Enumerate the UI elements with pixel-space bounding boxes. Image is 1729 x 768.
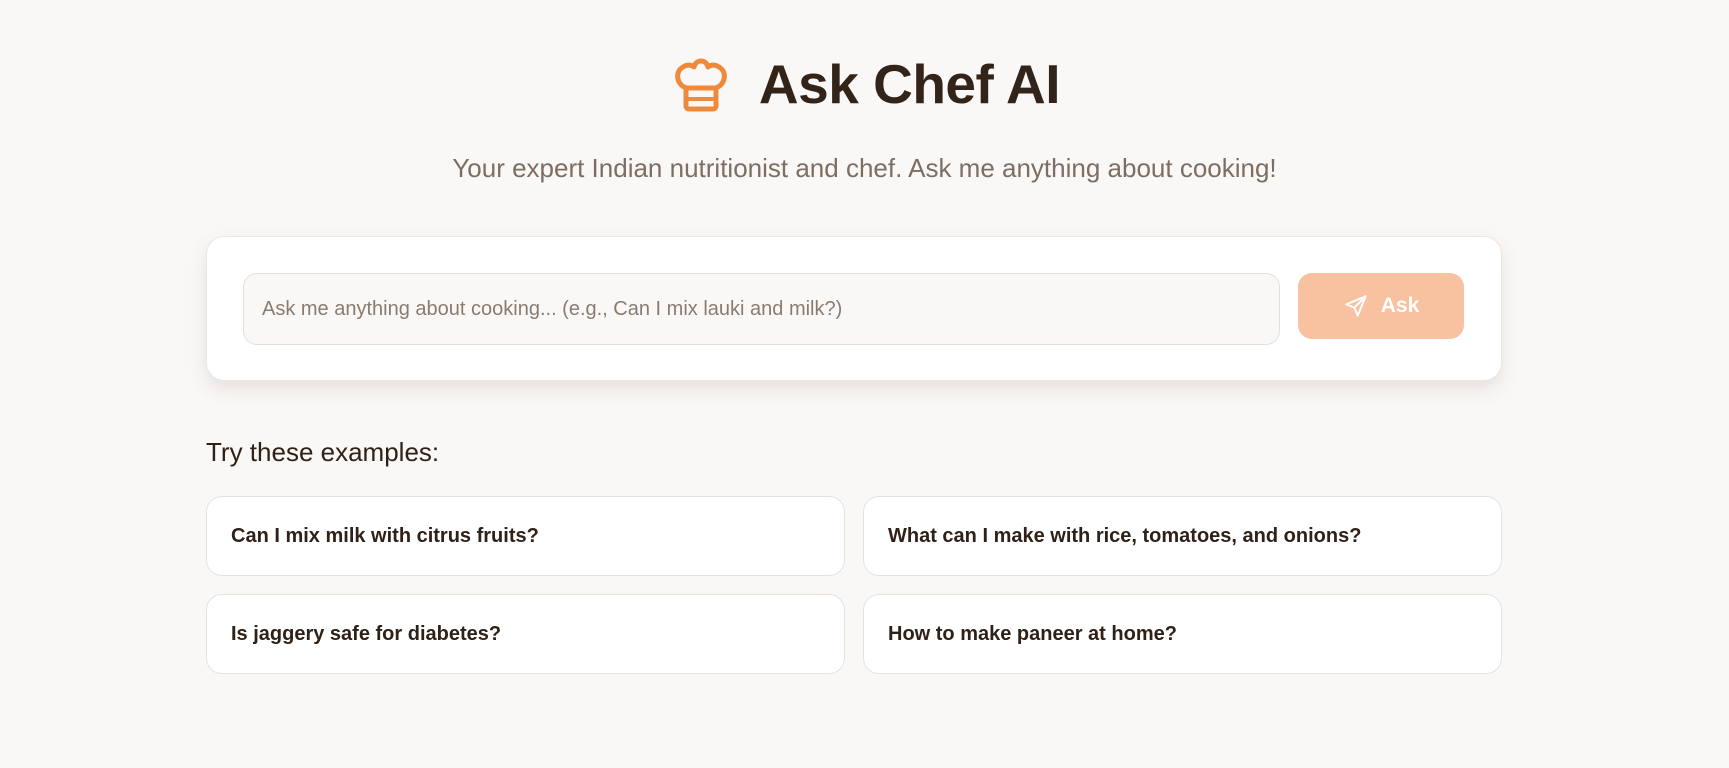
example-card-milk-citrus[interactable]: Can I mix milk with citrus fruits? [206,496,845,576]
example-card-jaggery-diabetes[interactable]: Is jaggery safe for diabetes? [206,594,845,674]
example-card-paneer-home[interactable]: How to make paneer at home? [863,594,1502,674]
example-card-label: What can I make with rice, tomatoes, and… [888,524,1362,547]
example-card-label: Can I mix milk with citrus fruits? [231,524,539,547]
search-card: Ask [206,236,1502,381]
page-title: Ask Chef AI [758,53,1061,115]
chef-hat-icon [675,58,727,112]
examples-heading: Try these examples: [206,437,440,467]
example-card-label: Is jaggery safe for diabetes? [231,622,502,645]
page-header: Ask Chef AI [0,52,1729,116]
page-subtitle: Your expert Indian nutritionist and chef… [452,153,1277,183]
example-card-rice-tomatoes-onions[interactable]: What can I make with rice, tomatoes, and… [863,496,1502,576]
ask-button-label: Ask [1380,294,1420,317]
send-icon [1345,295,1367,317]
ask-button[interactable]: Ask [1298,273,1464,339]
example-card-label: How to make paneer at home? [888,622,1177,645]
search-input[interactable] [243,273,1280,345]
